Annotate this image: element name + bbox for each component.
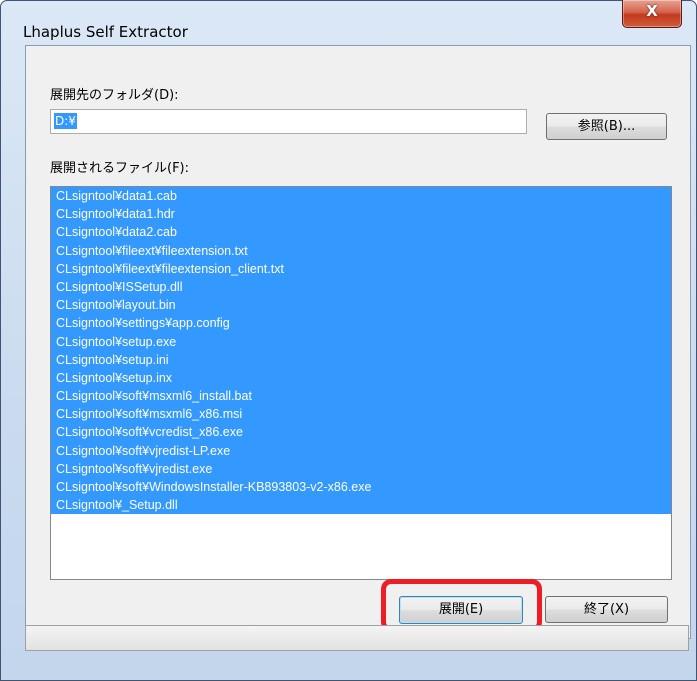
browse-button[interactable]: 参照(B)... [546, 113, 667, 140]
file-list-item[interactable]: CLsigntool¥_Setup.dll [51, 496, 671, 514]
file-list-item[interactable]: CLsigntool¥soft¥msxml6_install.bat [51, 387, 671, 405]
file-list-item[interactable]: CLsigntool¥data1.hdr [51, 205, 671, 223]
file-list-item[interactable]: CLsigntool¥soft¥vjredist.exe [51, 460, 671, 478]
file-list-item[interactable]: CLsigntool¥data2.cab [51, 223, 671, 241]
extracted-files-label: 展開されるファイル(F): [50, 161, 190, 176]
file-list-item[interactable]: CLsigntool¥fileext¥fileextension.txt [51, 242, 671, 260]
file-list-item[interactable]: CLsigntool¥soft¥vjredist-LP.exe [51, 442, 671, 460]
file-list-item[interactable]: CLsigntool¥settings¥app.config [51, 314, 671, 332]
destination-folder-value: D:¥ [54, 113, 77, 129]
destination-folder-input[interactable]: D:¥ [50, 109, 527, 134]
file-list-item[interactable]: CLsigntool¥soft¥msxml6_x86.msi [51, 405, 671, 423]
lhaplus-window: Lhaplus Self Extractor X 展開先のフォルダ(D): D:… [0, 0, 697, 681]
extracted-files-list[interactable]: CLsigntool¥data1.cab CLsigntool¥data1.hdr… [50, 186, 672, 580]
file-list-item[interactable]: CLsigntool¥setup.ini [51, 351, 671, 369]
title-bar[interactable]: Lhaplus Self Extractor X [1, 0, 696, 45]
file-list-item[interactable]: CLsigntool¥data1.cab [51, 187, 671, 205]
file-list-item[interactable]: CLsigntool¥setup.exe [51, 333, 671, 351]
file-list-item[interactable]: CLsigntool¥setup.inx [51, 369, 671, 387]
file-list-item[interactable]: CLsigntool¥layout.bin [51, 296, 671, 314]
dialog-body: 展開先のフォルダ(D): D:¥ 参照(B)... 展開されるファイル(F): … [25, 45, 691, 639]
exit-button[interactable]: 終了(X) [545, 596, 668, 623]
file-list-item[interactable]: CLsigntool¥fileext¥fileextension_client.… [51, 260, 671, 278]
close-icon: X [646, 2, 658, 20]
destination-folder-label: 展開先のフォルダ(D): [50, 88, 179, 103]
close-button[interactable]: X [622, 0, 682, 28]
status-bar [25, 625, 689, 651]
file-list-item[interactable]: CLsigntool¥soft¥vcredist_x86.exe [51, 423, 671, 441]
file-list-item[interactable]: CLsigntool¥ISSetup.dll [51, 278, 671, 296]
file-list-item[interactable]: CLsigntool¥soft¥WindowsInstaller-KB89380… [51, 478, 671, 496]
file-list-selection: CLsigntool¥data1.cab CLsigntool¥data1.hdr… [51, 187, 671, 515]
window-title: Lhaplus Self Extractor [23, 23, 188, 41]
